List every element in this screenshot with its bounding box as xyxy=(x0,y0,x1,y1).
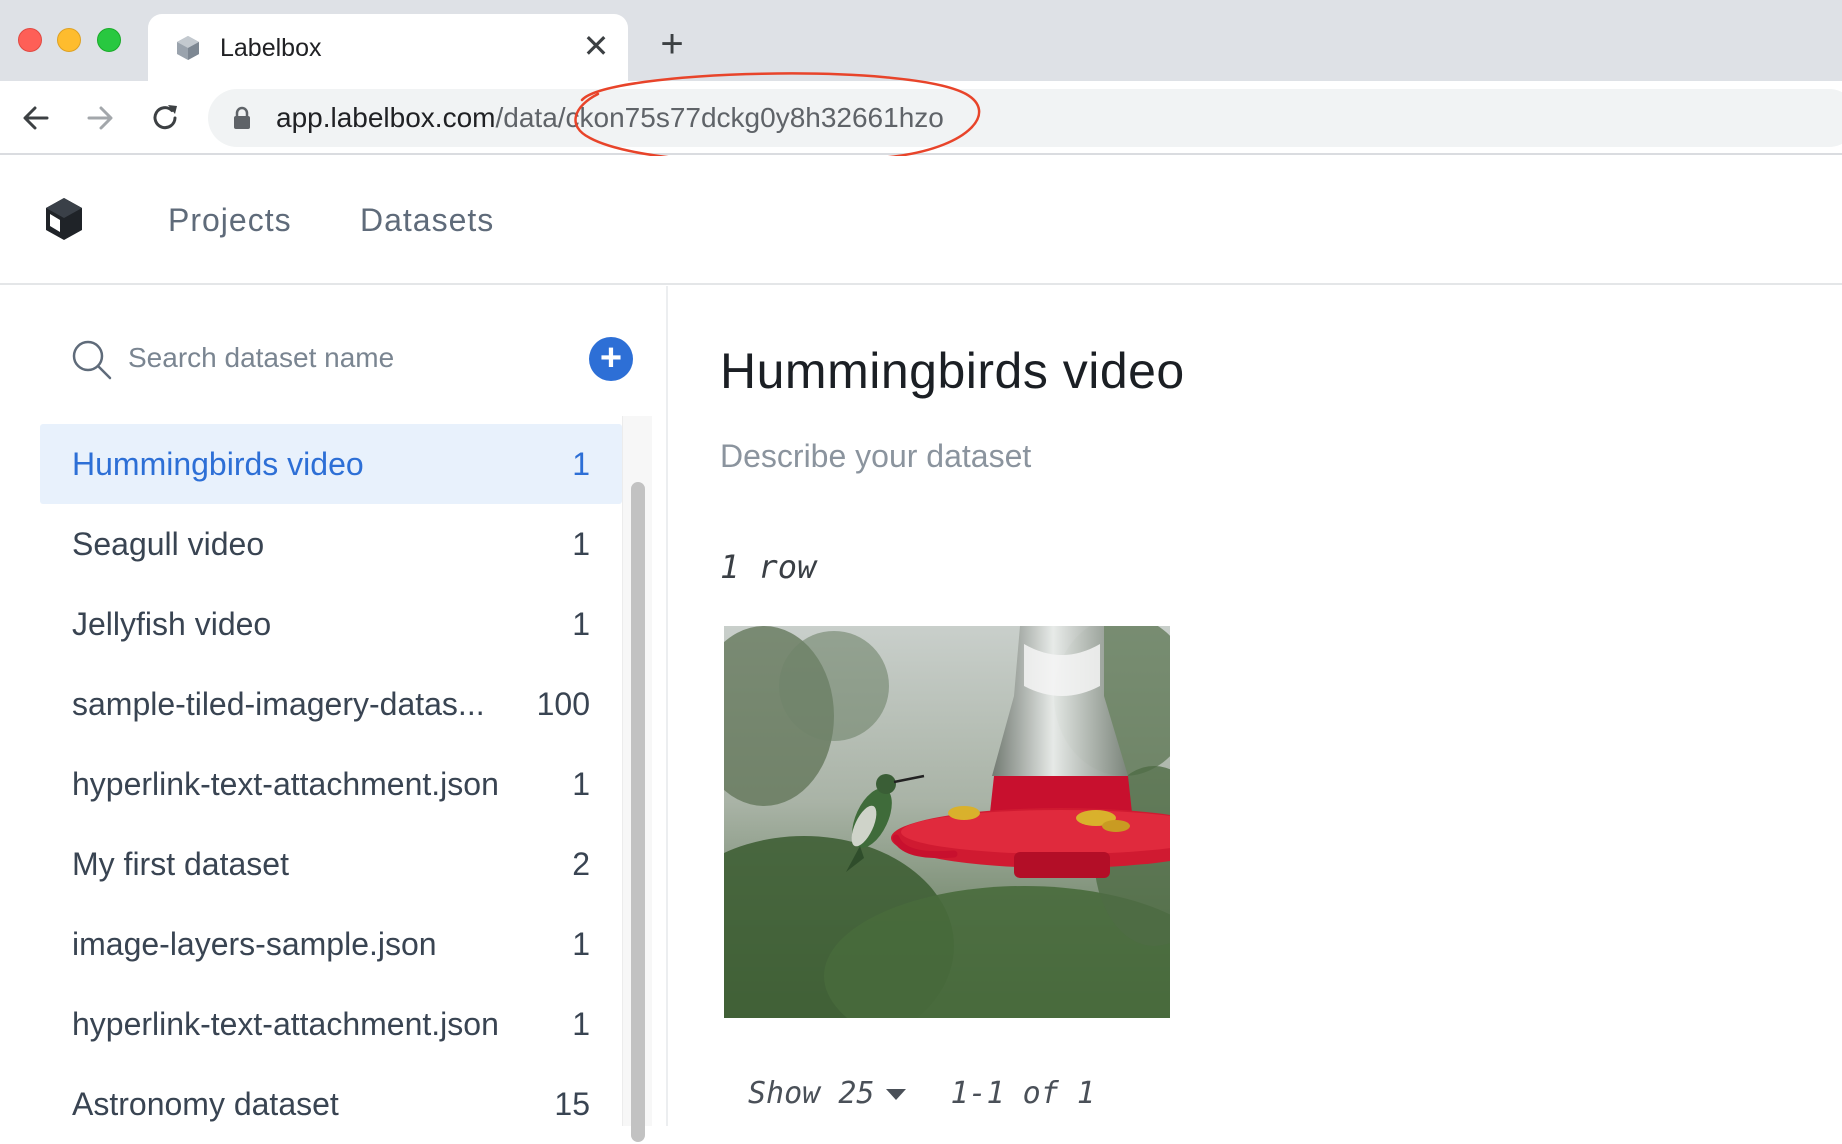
page-range: 1-1 of 1 xyxy=(950,1076,1095,1111)
reload-icon[interactable] xyxy=(146,99,184,137)
dataset-item[interactable]: hyperlink-text-attachment.json 1 xyxy=(40,744,622,824)
nav-datasets[interactable]: Datasets xyxy=(360,202,494,239)
show-label: Show xyxy=(748,1076,821,1111)
dataset-item[interactable]: Hummingbirds video 1 xyxy=(40,424,622,504)
dataset-name: Astronomy dataset xyxy=(72,1086,339,1122)
plus-icon: + xyxy=(599,337,623,379)
lock-icon xyxy=(234,106,250,129)
back-arrow-icon[interactable] xyxy=(17,99,55,137)
add-dataset-button[interactable]: + xyxy=(589,337,633,381)
data-row-thumbnail[interactable] xyxy=(724,626,1170,1018)
browser-tab[interactable]: Labelbox ✕ xyxy=(148,14,628,81)
dataset-name: Seagull video xyxy=(72,526,265,562)
url-host: app.labelbox.com xyxy=(276,102,496,133)
forward-arrow-icon[interactable] xyxy=(81,99,119,137)
dataset-item[interactable]: My first dataset 2 xyxy=(40,824,622,904)
dataset-name: hyperlink-text-attachment.json xyxy=(72,766,499,802)
page-title: Hummingbirds video xyxy=(720,343,1185,399)
labelbox-favicon-icon xyxy=(177,36,199,60)
page-size-value: 25 xyxy=(838,1076,875,1111)
dataset-item[interactable]: Jellyfish video 1 xyxy=(40,584,622,664)
dataset-name: Jellyfish video xyxy=(72,606,272,642)
dataset-count: 100 xyxy=(536,686,590,722)
app-header: Projects Datasets xyxy=(0,156,1842,285)
dataset-name: hyperlink-text-attachment.json xyxy=(72,1006,499,1042)
dataset-count: 1 xyxy=(572,766,590,802)
address-bar[interactable]: app.labelbox.com/data/ckon75s77dckg0y8h3… xyxy=(208,89,1842,147)
dataset-count: 1 xyxy=(572,926,590,962)
dataset-item[interactable]: Astronomy dataset 15 xyxy=(40,1064,622,1144)
pagination: Show 25 1-1 of 1 xyxy=(748,1076,1095,1111)
scrollbar-thumb[interactable] xyxy=(631,482,645,1142)
dataset-count: 1 xyxy=(572,1006,590,1042)
window-minimize-button[interactable] xyxy=(57,28,81,52)
dataset-count: 1 xyxy=(572,606,590,642)
labelbox-logo-icon[interactable] xyxy=(44,196,84,242)
tab-close-icon[interactable]: ✕ xyxy=(578,28,614,64)
caret-down-icon xyxy=(886,1089,907,1100)
sidebar-scrollbar[interactable] xyxy=(622,416,652,1142)
dataset-name: Hummingbirds video xyxy=(72,446,364,482)
dataset-list: Hummingbirds video 1 Seagull video 1 Jel… xyxy=(40,424,622,1144)
dataset-item[interactable]: Seagull video 1 xyxy=(40,504,622,584)
search-icon xyxy=(72,340,112,380)
annotation-ellipse-icon xyxy=(574,72,981,165)
dataset-description[interactable]: Describe your dataset xyxy=(720,438,1031,475)
dataset-name: My first dataset xyxy=(72,846,289,882)
dataset-search-input[interactable] xyxy=(128,336,568,380)
dataset-sidebar: + Hummingbirds video 1 Seagull video 1 J… xyxy=(0,286,668,1142)
dataset-count: 1 xyxy=(572,446,590,482)
tab-title: Labelbox xyxy=(220,34,322,62)
dataset-item[interactable]: image-layers-sample.json 1 xyxy=(40,904,622,984)
window-zoom-button[interactable] xyxy=(97,28,121,52)
nav-projects[interactable]: Projects xyxy=(168,202,292,239)
dataset-item[interactable]: sample-tiled-imagery-datas... 100 xyxy=(40,664,622,744)
dataset-item[interactable]: hyperlink-text-attachment.json 1 xyxy=(40,984,622,1064)
window-close-button[interactable] xyxy=(18,28,42,52)
dataset-name: sample-tiled-imagery-datas... xyxy=(72,686,485,722)
page-size-select[interactable]: Show 25 xyxy=(748,1076,907,1111)
dataset-detail: Hummingbirds video Describe your dataset… xyxy=(670,286,1842,1126)
dataset-count: 15 xyxy=(554,1086,590,1122)
dataset-name: image-layers-sample.json xyxy=(72,926,437,962)
row-count: 1 row xyxy=(720,548,817,586)
dataset-count: 1 xyxy=(572,526,590,562)
new-tab-button[interactable]: + xyxy=(652,24,692,64)
dataset-count: 2 xyxy=(572,846,590,882)
